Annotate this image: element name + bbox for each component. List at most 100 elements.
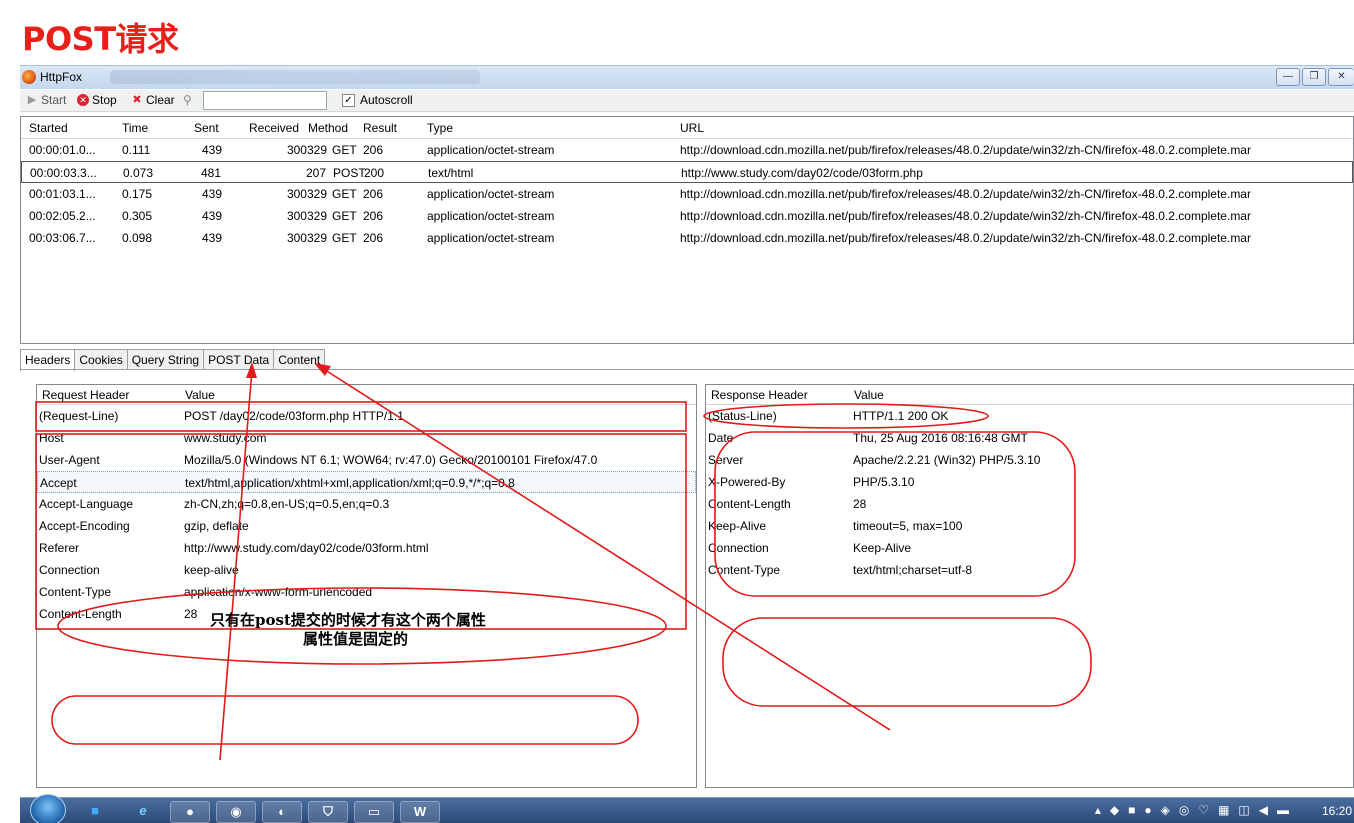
annotation-line-1: 只有在post提交的时候才有这个两个属性 <box>210 611 486 629</box>
start-label: Start <box>41 93 67 107</box>
system-tray-icons[interactable]: ▴◆■●◈◎♡▦◫◀▬ <box>1095 803 1298 817</box>
header-row[interactable]: Connection keep-alive <box>37 559 696 581</box>
request-row[interactable]: 00:00:03.3... 0.073 481 207 POST 200 text/html… <box>21 161 1353 183</box>
shield-taskbar-icon[interactable]: ⛉ <box>308 801 348 823</box>
app-taskbar-icon[interactable]: ◐ <box>262 801 302 823</box>
header-row[interactable]: Date Thu, 25 Aug 2016 08:16:48 GMT <box>706 427 1353 449</box>
header-value: timeout=5, max=100 <box>853 519 963 533</box>
header-value: http://www.study.com/day02/code/03form.h… <box>184 541 429 555</box>
request-cell-time: 0.305 <box>122 209 153 223</box>
request-cell-started: 00:01:03.1... <box>29 187 96 201</box>
header-value: PHP/5.3.10 <box>853 475 915 489</box>
request-cell-url: http://download.cdn.mozilla.net/pub/fire… <box>680 187 1251 201</box>
header-name: Accept <box>40 476 77 490</box>
request-cell-sent: 439 <box>201 187 222 201</box>
tab-post-data[interactable]: POST Data <box>203 349 275 370</box>
col-time[interactable]: Time <box>122 121 148 135</box>
search-input[interactable] <box>203 91 327 110</box>
col-request-value[interactable]: Value <box>185 388 215 402</box>
folder-taskbar-icon[interactable]: ▭ <box>354 801 394 823</box>
header-name: Accept-Encoding <box>39 519 130 533</box>
header-row[interactable]: Referer http://www.study.com/day02/code/0… <box>37 537 696 559</box>
request-cell-received: 300329 <box>286 143 327 157</box>
response-headers-header: Response Header Value <box>706 385 1353 405</box>
start-orb-icon[interactable] <box>30 794 66 823</box>
col-started[interactable]: Started <box>29 121 68 135</box>
header-row[interactable]: Content-Type application/x-www-form-urlen… <box>37 581 696 603</box>
request-cell-started: 00:03:06.7... <box>29 231 96 245</box>
header-row[interactable]: (Request-Line) POST /day02/code/03form.ph… <box>37 405 696 427</box>
screenshot-root: POST请求 HttpFox — ❐ ✕ ▶ Start ✕ Stop ✖ Cl… <box>0 0 1354 823</box>
request-row[interactable]: 00:00:01.0... 0.111 439 300329 GET 206 applica… <box>21 139 1353 161</box>
request-cell-result: 200 <box>364 166 385 180</box>
col-type[interactable]: Type <box>427 121 453 135</box>
request-cell-received: 300329 <box>286 209 327 223</box>
taskbar: ■ e ● ◉ ◐ ⛉ ▭ W ▴◆■●◈◎♡▦◫◀▬ 16:20 <box>20 794 1354 823</box>
word-taskbar-icon[interactable]: W <box>400 801 440 823</box>
request-row[interactable]: 00:03:06.7... 0.098 439 300329 GET 206 applica… <box>21 227 1353 249</box>
maximize-button[interactable]: ❐ <box>1302 68 1326 86</box>
header-row[interactable]: Content-Length 28 <box>706 493 1353 515</box>
header-name: Connection <box>39 563 100 577</box>
header-value: keep-alive <box>184 563 239 577</box>
header-row[interactable]: Accept-Encoding gzip, deflate <box>37 515 696 537</box>
request-cell-started: 00:00:01.0... <box>29 143 96 157</box>
minimize-button[interactable]: — <box>1276 68 1300 86</box>
window-title: HttpFox <box>40 70 83 84</box>
blurred-tabs <box>110 70 480 84</box>
header-row[interactable]: Server Apache/2.2.21 (Win32) PHP/5.3.10 <box>706 449 1353 471</box>
chrome-taskbar-icon[interactable]: ◉ <box>216 801 256 823</box>
request-cell-method: GET <box>332 209 357 223</box>
taskbar-app-icon[interactable]: ■ <box>80 801 110 823</box>
col-response-value[interactable]: Value <box>854 388 884 402</box>
request-cell-url: http://www.study.com/day02/code/03form.p… <box>681 166 923 180</box>
request-cell-url: http://download.cdn.mozilla.net/pub/fire… <box>680 143 1251 157</box>
header-value: text/html,application/xhtml+xml,applicat… <box>185 476 515 490</box>
start-button[interactable]: ▶ Start <box>26 93 67 107</box>
header-row[interactable]: Keep-Alive timeout=5, max=100 <box>706 515 1353 537</box>
tab-headers[interactable]: Headers <box>20 349 76 371</box>
header-row[interactable]: Connection Keep-Alive <box>706 537 1353 559</box>
col-request-header[interactable]: Request Header <box>42 388 129 402</box>
header-row[interactable]: Content-Type text/html;charset=utf-8 <box>706 559 1353 581</box>
request-row[interactable]: 00:02:05.2... 0.305 439 300329 GET 206 applica… <box>21 205 1353 227</box>
col-result[interactable]: Result <box>363 121 397 135</box>
header-row[interactable]: User-Agent Mozilla/5.0 (Windows NT 6.1; W… <box>37 449 696 471</box>
header-row[interactable]: (Status-Line) HTTP/1.1 200 OK <box>706 405 1353 427</box>
request-cell-type: application/octet-stream <box>427 187 555 201</box>
request-cell-type: application/octet-stream <box>427 231 555 245</box>
header-row[interactable]: X-Powered-By PHP/5.3.10 <box>706 471 1353 493</box>
tab-cookies[interactable]: Cookies <box>74 349 128 370</box>
header-row[interactable]: Host www.study.com <box>37 427 696 449</box>
stop-icon: ✕ <box>77 94 89 106</box>
toolbar: ▶ Start ✕ Stop ✖ Clear ⚲ ✓ Autoscroll <box>20 90 1354 112</box>
col-received[interactable]: Received <box>249 121 299 135</box>
tab-content[interactable]: Content <box>273 349 326 370</box>
header-name: Content-Type <box>708 563 781 577</box>
clear-button[interactable]: ✖ Clear <box>131 93 174 107</box>
request-headers-pane: Request Header Value (Request-Line) POST … <box>36 384 697 788</box>
request-list: Started Time Sent Received Method Result… <box>20 116 1354 344</box>
close-button[interactable]: ✕ <box>1328 68 1354 86</box>
tab-query-string[interactable]: Query String <box>126 349 205 370</box>
col-method[interactable]: Method <box>308 121 348 135</box>
header-value: Mozilla/5.0 (Windows NT 6.1; WOW64; rv:4… <box>184 453 598 467</box>
col-response-header[interactable]: Response Header <box>711 388 808 402</box>
header-name: Content-Type <box>39 585 112 599</box>
header-row[interactable]: Accept-Language zh-CN,zh;q=0.8,en-US;q=0.… <box>37 493 696 515</box>
response-headers-pane: Response Header Value (Status-Line) HTTP/… <box>705 384 1354 788</box>
play-icon: ▶ <box>27 94 37 106</box>
header-name: Referer <box>39 541 80 555</box>
header-value: 28 <box>853 497 867 511</box>
header-row[interactable]: Accept text/html,application/xhtml+xml,ap… <box>37 471 696 493</box>
request-row[interactable]: 00:01:03.1... 0.175 439 300329 GET 206 applica… <box>21 183 1353 205</box>
ie-icon[interactable]: e <box>128 801 158 823</box>
request-cell-received: 207 <box>305 166 326 180</box>
autoscroll-checkbox[interactable]: ✓ <box>342 94 355 107</box>
header-value: application/x-www-form-urlencoded <box>184 585 373 599</box>
firefox-taskbar-icon[interactable]: ● <box>170 801 210 823</box>
col-url[interactable]: URL <box>680 121 704 135</box>
col-sent[interactable]: Sent <box>194 121 219 135</box>
stop-button[interactable]: ✕ Stop <box>77 93 117 107</box>
annotation-line-2: 属性值是固定的 <box>303 630 409 648</box>
